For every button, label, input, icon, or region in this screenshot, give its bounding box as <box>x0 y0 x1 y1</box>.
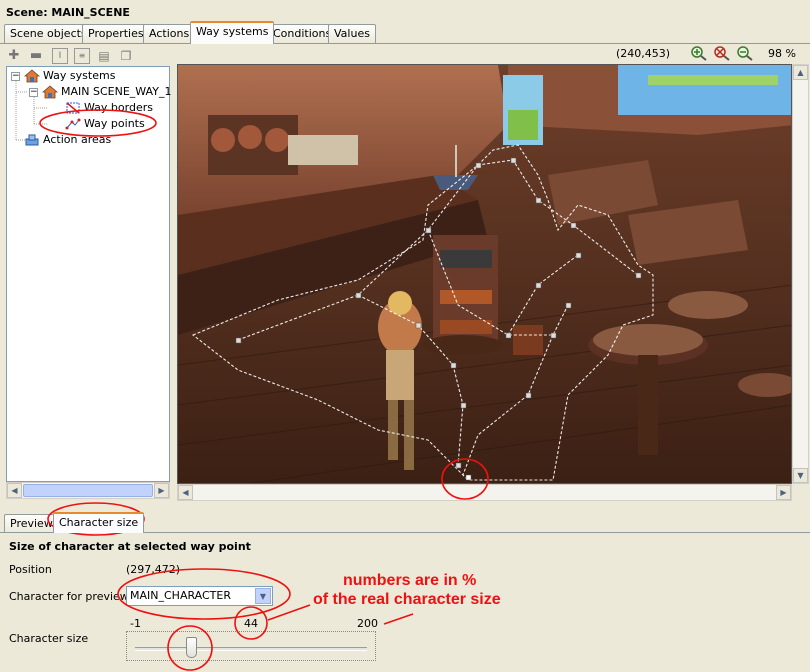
zoom-in-icon[interactable] <box>690 45 708 61</box>
slider-value-label: 44 <box>244 617 258 630</box>
character-select-value: MAIN_CHARACTER <box>130 589 231 602</box>
chevron-down-icon[interactable]: ▼ <box>255 588 271 604</box>
annotation-line-1: numbers are in % <box>343 572 477 589</box>
tab-actions[interactable]: Actions <box>143 24 196 43</box>
scroll-right-icon[interactable]: ▶ <box>154 483 169 498</box>
scene-image <box>178 65 791 483</box>
tree-toolbar: ✚ ▬ I ≡ ▤ ❐ <box>6 46 170 66</box>
tree-label: Action areas <box>43 133 112 146</box>
tree-label: MAIN SCENE_WAY_1 <box>61 85 172 98</box>
zoom-out-icon[interactable] <box>736 45 754 61</box>
slider-min-label: -1 <box>130 617 141 630</box>
way-borders-icon <box>66 102 80 114</box>
cursor-coordinates: (240,453) <box>616 47 671 60</box>
scroll-right-icon[interactable]: ▶ <box>776 485 791 500</box>
tab-conditions[interactable]: Conditions <box>267 24 338 43</box>
collapse-icon[interactable]: − <box>11 72 20 81</box>
tree-label: Way borders <box>84 101 153 114</box>
tree-item-way-systems[interactable]: Way systems <box>24 68 115 84</box>
tab-divider <box>0 43 810 44</box>
tree-item-main-scene-way[interactable]: MAIN SCENE_WAY_1 <box>42 84 171 100</box>
scene-horizontal-scrollbar[interactable]: ◀ ▶ <box>177 484 792 501</box>
tree-label: Way systems <box>43 69 116 82</box>
add-icon[interactable]: ✚ <box>6 48 22 64</box>
character-select[interactable]: MAIN_CHARACTER ▼ <box>126 586 273 606</box>
tree-item-way-borders[interactable]: Way borders <box>65 100 153 116</box>
house-icon <box>24 69 40 83</box>
action-areas-icon <box>25 134 39 146</box>
scroll-thumb[interactable] <box>23 484 153 497</box>
slider-track <box>135 647 367 651</box>
scene-viewport[interactable] <box>177 64 792 484</box>
save-icon[interactable]: ▤ <box>96 48 112 64</box>
scene-vertical-scrollbar[interactable]: ▲ ▼ <box>792 64 809 484</box>
tab-values[interactable]: Values <box>328 24 376 43</box>
tree-item-way-points[interactable]: Way points <box>65 116 145 132</box>
annotation-arrow-2 <box>383 613 414 625</box>
tab-way-systems[interactable]: Way systems <box>190 21 275 44</box>
character-size-slider[interactable] <box>126 631 376 661</box>
copy-icon[interactable]: ❐ <box>118 48 134 64</box>
tab-preview[interactable]: Preview <box>4 514 59 533</box>
tree-label: Way points <box>84 117 145 130</box>
zoom-level: 98 % <box>768 47 796 60</box>
properties-icon[interactable]: ≡ <box>74 48 90 64</box>
scroll-left-icon[interactable]: ◀ <box>178 485 193 500</box>
position-value: (297,472) <box>126 563 181 576</box>
zoom-reset-icon[interactable] <box>713 45 731 61</box>
character-preview-label: Character for preview <box>9 590 129 603</box>
tree-horizontal-scrollbar[interactable]: ◀ ▶ <box>6 482 170 499</box>
annotation-arrow-1 <box>267 604 311 621</box>
scroll-up-icon[interactable]: ▲ <box>793 65 808 80</box>
slider-max-label: 200 <box>357 617 378 630</box>
tree-item-action-areas[interactable]: Action areas <box>24 132 111 148</box>
scroll-down-icon[interactable]: ▼ <box>793 468 808 483</box>
slider-thumb[interactable] <box>186 637 198 658</box>
house-icon <box>42 85 58 99</box>
scroll-left-icon[interactable]: ◀ <box>7 483 22 498</box>
window-title: Scene: MAIN_SCENE <box>6 6 130 19</box>
annotation-line-2: of the real character size <box>313 591 501 608</box>
remove-icon[interactable]: ▬ <box>28 48 44 64</box>
collapse-icon[interactable]: − <box>29 88 38 97</box>
position-label: Position <box>9 563 52 576</box>
rename-icon[interactable]: I <box>52 48 68 64</box>
section-heading: Size of character at selected way point <box>9 540 251 553</box>
tab-scene-objects[interactable]: Scene objects <box>4 24 93 43</box>
way-systems-tree[interactable]: − Way systems − MAIN SCENE_WAY_1 Way bor… <box>6 66 171 482</box>
tab-properties[interactable]: Properties <box>82 24 150 43</box>
character-size-label: Character size <box>9 632 89 645</box>
tab-character-size[interactable]: Character size <box>53 512 145 533</box>
way-points-icon <box>65 118 81 130</box>
